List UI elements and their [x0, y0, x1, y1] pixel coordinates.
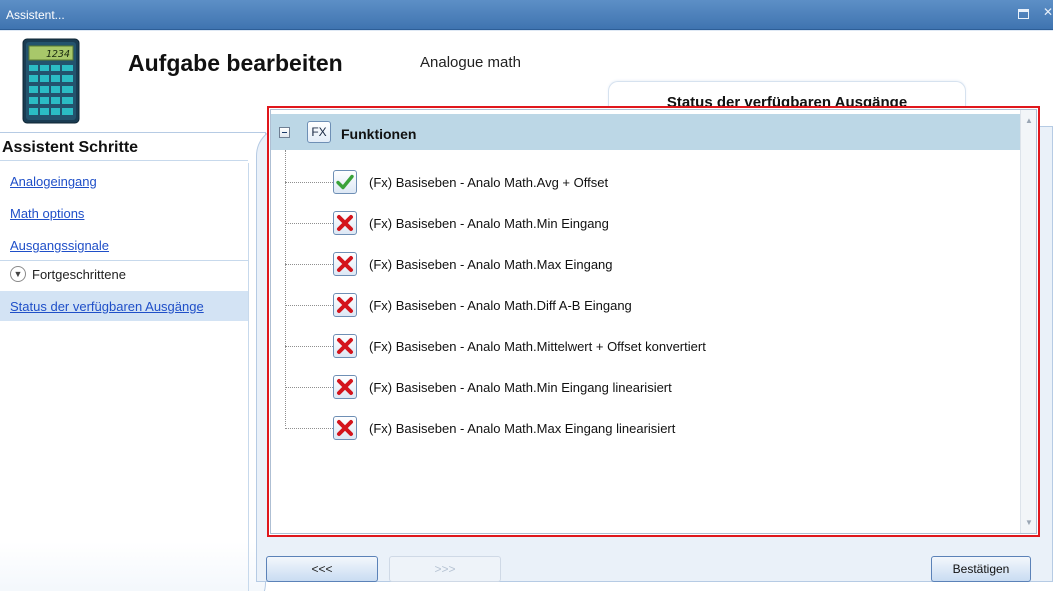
- tree-connector: [285, 346, 333, 347]
- chevron-down-icon[interactable]: ▼: [10, 266, 26, 282]
- scroll-down-icon[interactable]: ▼: [1025, 518, 1033, 527]
- tree-root-label: Funktionen: [341, 126, 417, 142]
- tree-item-label: (Fx) Basiseben - Analo Math.Mittelwert +…: [369, 339, 706, 354]
- wizard-steps-heading: Assistent Schritte: [2, 139, 139, 156]
- step-group-fortgeschrittene[interactable]: ▼ Fortgeschrittene: [10, 266, 126, 282]
- tree-item[interactable]: (Fx) Basiseben - Analo Math.Max Eingang: [285, 249, 1005, 279]
- tree-item-label: (Fx) Basiseben - Analo Math.Min Eingang: [369, 216, 609, 231]
- tree-connector: [285, 387, 333, 388]
- window-titlebar: Assistent... ✕: [0, 0, 1053, 30]
- vertical-scrollbar[interactable]: ▲ ▼: [1020, 110, 1036, 533]
- fx-icon: FX: [307, 121, 331, 143]
- tree-item[interactable]: (Fx) Basiseben - Analo Math.Max Eingang …: [285, 413, 1005, 443]
- tree-connector: [285, 182, 333, 183]
- tree-connector: [285, 305, 333, 306]
- calculator-icon: 1234: [22, 38, 80, 124]
- next-button[interactable]: >>>: [389, 556, 501, 582]
- collapse-icon[interactable]: [279, 127, 290, 138]
- wizard-steps-panel: Assistent Schritte Analogeingang Math op…: [0, 132, 266, 591]
- tree-item-label: (Fx) Basiseben - Analo Math.Min Eingang …: [369, 380, 672, 395]
- tree-item[interactable]: (Fx) Basiseben - Analo Math.Avg + Offset: [285, 167, 1005, 197]
- error-x-icon: [333, 375, 357, 399]
- tree-item[interactable]: (Fx) Basiseben - Analo Math.Min Eingang: [285, 208, 1005, 238]
- page-subtitle: Analogue math: [420, 54, 521, 71]
- error-x-icon: [333, 252, 357, 276]
- tree-item[interactable]: (Fx) Basiseben - Analo Math.Diff A-B Ein…: [285, 290, 1005, 320]
- window-title: Assistent...: [6, 8, 65, 22]
- step-link-ausgangssignale[interactable]: Ausgangssignale: [10, 238, 109, 253]
- tree-connector: [285, 428, 333, 429]
- divider: [0, 260, 248, 261]
- error-x-icon: [333, 334, 357, 358]
- confirm-button[interactable]: Bestätigen: [931, 556, 1031, 582]
- error-x-icon: [333, 211, 357, 235]
- panel-divider: [248, 163, 249, 591]
- page-title: Aufgabe bearbeiten: [128, 50, 343, 76]
- error-x-icon: [333, 416, 357, 440]
- tree-item-label: (Fx) Basiseben - Analo Math.Diff A-B Ein…: [369, 298, 632, 313]
- tree-item-label: (Fx) Basiseben - Analo Math.Max Eingang: [369, 257, 613, 272]
- step-link-analogeingang[interactable]: Analogeingang: [10, 174, 97, 189]
- restore-icon[interactable]: [1018, 9, 1029, 19]
- close-icon[interactable]: ✕: [1043, 6, 1053, 18]
- tree-root-row[interactable]: FX Funktionen: [271, 114, 1023, 150]
- tree-view: FX Funktionen (Fx) Basiseben - Analo Mat…: [270, 109, 1037, 534]
- tree-connector: [285, 264, 333, 265]
- tree-item-label: (Fx) Basiseben - Analo Math.Avg + Offset: [369, 175, 609, 190]
- calculator-display: 1234: [46, 49, 70, 60]
- divider: [0, 160, 248, 161]
- step-link-status-active[interactable]: Status der verfügbaren Ausgänge: [0, 291, 248, 321]
- check-icon: [333, 170, 357, 194]
- tree-connector: [285, 223, 333, 224]
- tree-item-label: (Fx) Basiseben - Analo Math.Max Eingang …: [369, 421, 676, 436]
- step-group-label: Fortgeschrittene: [32, 266, 126, 282]
- error-x-icon: [333, 293, 357, 317]
- scroll-up-icon[interactable]: ▲: [1025, 116, 1033, 125]
- functions-tree: FX Funktionen (Fx) Basiseben - Analo Mat…: [267, 106, 1040, 537]
- step-link-status-label[interactable]: Status der verfügbaren Ausgänge: [10, 299, 204, 314]
- step-link-math-options[interactable]: Math options: [10, 206, 84, 221]
- back-button[interactable]: <<<: [266, 556, 378, 582]
- tree-item[interactable]: (Fx) Basiseben - Analo Math.Mittelwert +…: [285, 331, 1005, 361]
- tree-item[interactable]: (Fx) Basiseben - Analo Math.Min Eingang …: [285, 372, 1005, 402]
